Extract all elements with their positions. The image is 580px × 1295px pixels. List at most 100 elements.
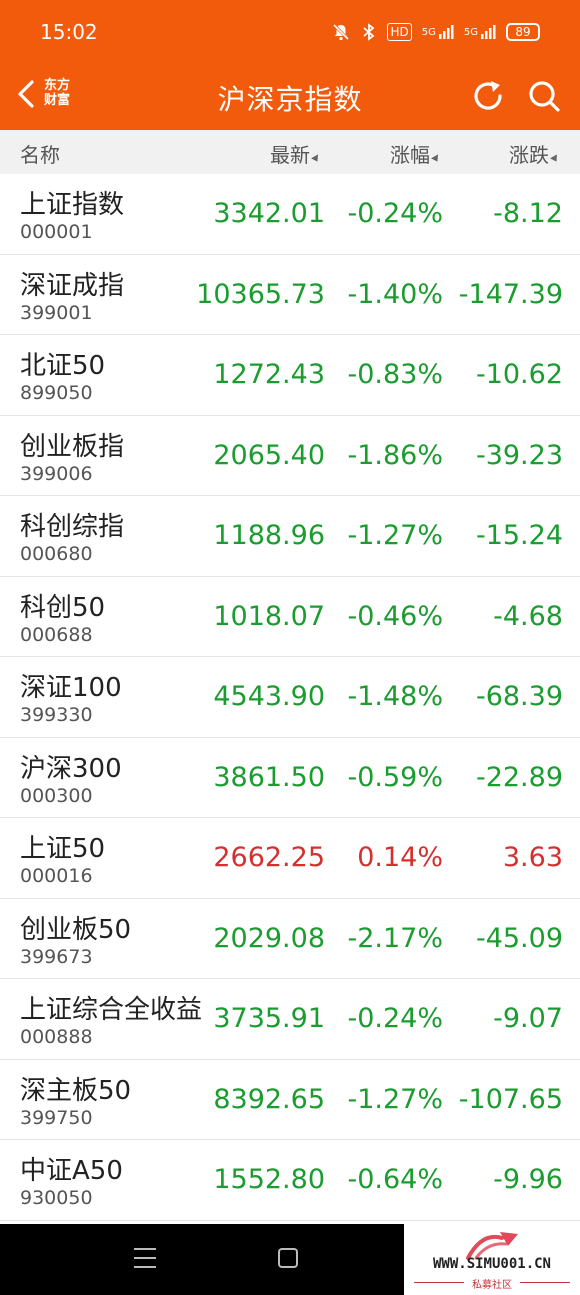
search-button[interactable] (524, 76, 564, 116)
change-amount: 3.63 (502, 842, 563, 873)
change-amount: -39.23 (475, 439, 563, 471)
change-amount: -9.96 (493, 1164, 563, 1195)
index-name: 北证50 (20, 351, 106, 381)
change-percent: 0.14% (357, 842, 443, 873)
latest-price: 3735.91 (213, 1003, 325, 1034)
signal-5g-icon: 5G (464, 20, 496, 44)
index-name: 深证成指 (20, 270, 125, 301)
refresh-button[interactable] (468, 76, 508, 116)
menu-icon-line (134, 1248, 156, 1250)
index-name: 深证100 (20, 673, 122, 703)
index-code: 399750 (20, 1106, 93, 1129)
index-row[interactable]: 北证50 899050 1272.43 -0.83% -10.62 (0, 335, 580, 416)
change-amount: -68.39 (475, 681, 563, 712)
watermark-site: WWW.SIMU001.CN (432, 1256, 551, 1272)
index-row[interactable]: 上证50 000016 2662.25 0.14% 3.63 (0, 818, 580, 899)
network-type-label: 5G (421, 26, 436, 38)
change-percent: -1.40% (347, 278, 443, 310)
nav-bar: 东方 财富 沪深京指数 (0, 64, 580, 130)
index-code: 000016 (20, 865, 93, 887)
index-code: 000001 (20, 221, 93, 243)
latest-price: 2065.40 (213, 439, 325, 471)
sort-icon (550, 154, 560, 164)
search-icon (529, 81, 560, 112)
index-name: 上证指数 (20, 190, 125, 220)
status-icons: HD 5G 5G 89 (331, 20, 540, 44)
index-row[interactable]: 中证A50 930050 1552.80 -0.64% -9.96 (0, 1140, 580, 1221)
index-name: 上证50 (20, 834, 106, 864)
battery-icon: 89 (506, 23, 540, 41)
column-chg-label: 涨跌 (509, 143, 549, 167)
index-row[interactable]: 深证100 399330 4543.90 -1.48% -68.39 (0, 657, 580, 738)
status-time: 15:02 (40, 20, 98, 44)
change-amount: -4.68 (493, 600, 563, 632)
index-row[interactable]: 创业板指 399006 2065.40 -1.86% -39.23 (0, 415, 580, 496)
network-type-label: 5G (463, 26, 478, 38)
index-row[interactable]: 上证指数 000001 3342.01 -0.24% -8.12 (0, 174, 580, 255)
change-percent: -0.46% (347, 600, 443, 632)
column-pct-sort[interactable]: 涨幅 (390, 139, 441, 168)
header: 15:02 HD 5G 5G 89 东方 财富 沪深京指数 (0, 0, 580, 130)
index-name: 沪深300 (20, 753, 122, 784)
change-percent: -0.59% (347, 761, 443, 793)
recent-apps-button[interactable] (134, 1248, 156, 1268)
index-name: 深主板50 (20, 1075, 132, 1106)
change-amount: -147.39 (458, 278, 563, 310)
index-row[interactable]: 深主板50 399750 8392.65 -1.27% -107.65 (0, 1059, 580, 1140)
change-amount: -8.12 (493, 198, 563, 229)
change-percent: -1.27% (347, 1083, 443, 1115)
latest-price: 4543.90 (213, 681, 325, 712)
index-code: 399330 (20, 704, 93, 726)
index-code: 899050 (20, 382, 93, 404)
refresh-icon (474, 81, 502, 110)
index-name: 上证综合全收益 (20, 995, 203, 1025)
status-bar: 15:02 HD 5G 5G 89 (0, 0, 580, 64)
latest-price: 1018.07 (213, 600, 325, 632)
index-row[interactable]: 上证综合全收益 000888 3735.91 -0.24% -9.07 (0, 979, 580, 1060)
change-percent: -1.86% (347, 439, 443, 471)
sort-icon (431, 154, 441, 164)
change-amount: -22.89 (475, 761, 563, 793)
change-amount: -10.62 (475, 359, 563, 390)
change-amount: -107.65 (458, 1083, 563, 1115)
index-name: 科创50 (20, 592, 106, 623)
change-percent: -0.24% (347, 198, 443, 229)
change-amount: -45.09 (475, 922, 563, 954)
index-row[interactable]: 深证成指 399001 10365.73 -1.40% -147.39 (0, 254, 580, 335)
hd-icon: HD (387, 23, 412, 41)
change-amount: -9.07 (493, 1003, 563, 1034)
index-code: 399001 (20, 301, 93, 324)
watermark-sub: 私募社区 (472, 1280, 512, 1291)
index-code: 930050 (20, 1187, 93, 1209)
menu-icon-line (134, 1266, 156, 1268)
watermark: WWW.SIMU001.CN 私募社区 (404, 1224, 580, 1295)
index-name: 中证A50 (20, 1156, 123, 1186)
index-name: 科创综指 (20, 512, 125, 542)
column-pct-label: 涨幅 (390, 143, 430, 167)
sort-icon (311, 154, 321, 164)
column-latest-sort[interactable]: 最新 (270, 139, 321, 168)
column-header: 名称 最新 涨幅 涨跌 (0, 130, 580, 174)
change-percent: -0.24% (347, 1003, 443, 1034)
index-row[interactable]: 科创综指 000680 1188.96 -1.27% -15.24 (0, 496, 580, 577)
index-name: 创业板指 (20, 431, 125, 462)
index-row[interactable]: 科创50 000688 1018.07 -0.46% -4.68 (0, 576, 580, 657)
index-name: 创业板50 (20, 914, 132, 945)
index-row[interactable]: 创业板50 399673 2029.08 -2.17% -45.09 (0, 898, 580, 979)
latest-price: 3342.01 (213, 198, 325, 229)
index-code: 000888 (20, 1026, 93, 1048)
latest-price: 1552.80 (213, 1164, 325, 1195)
latest-price: 1272.43 (213, 359, 325, 390)
latest-price: 2662.25 (213, 842, 325, 873)
change-amount: -15.24 (475, 520, 563, 551)
column-chg-sort[interactable]: 涨跌 (509, 139, 560, 168)
column-name: 名称 (20, 143, 60, 167)
latest-price: 10365.73 (196, 278, 325, 310)
change-percent: -1.48% (347, 681, 443, 712)
index-row[interactable]: 沪深300 000300 3861.50 -0.59% -22.89 (0, 737, 580, 818)
index-code: 399673 (20, 945, 93, 968)
home-button[interactable] (278, 1248, 298, 1268)
change-percent: -0.64% (347, 1164, 443, 1195)
latest-price: 3861.50 (213, 761, 325, 793)
menu-icon-line (134, 1257, 156, 1259)
